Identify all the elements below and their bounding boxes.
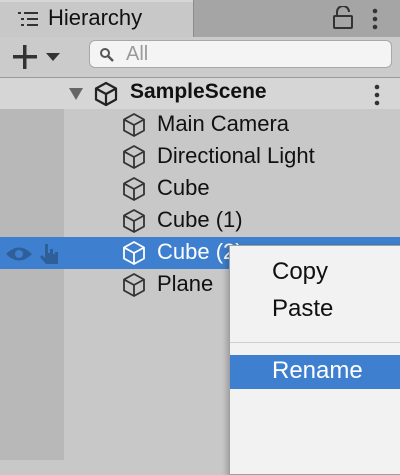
tree-item-cube-1[interactable]: Cube (1) [0, 205, 400, 237]
gameobject-cube-icon [123, 273, 145, 297]
gameobject-cube-icon [123, 241, 145, 265]
pickable-hand-icon[interactable] [37, 242, 61, 266]
scene-more-icon[interactable] [373, 84, 381, 106]
tree-item-directional-light[interactable]: Directional Light [0, 141, 400, 173]
gameobject-cube-icon [123, 209, 145, 233]
context-menu: Copy Paste Rename [229, 245, 400, 475]
search-icon [100, 48, 114, 62]
add-button[interactable] [12, 43, 66, 71]
tab-title: Hierarchy [48, 5, 143, 30]
tree-item-cube[interactable]: Cube [0, 173, 400, 205]
tree-item-main-camera[interactable]: Main Camera [0, 109, 400, 141]
menu-divider [230, 342, 400, 343]
toolbar: All [0, 37, 400, 78]
tree-item-label: Cube [157, 175, 210, 200]
tree-item-label: Plane [157, 271, 214, 296]
search-field[interactable]: All [89, 40, 392, 68]
menu-item-paste[interactable]: Paste [230, 293, 400, 327]
more-options-icon[interactable] [371, 8, 379, 30]
unity-logo-icon [94, 81, 118, 107]
scene-name: SampleScene [130, 80, 267, 103]
search-placeholder: All [126, 43, 149, 65]
gameobject-cube-icon [123, 145, 145, 169]
tree-item-label: Main Camera [157, 111, 290, 136]
expand-triangle-icon[interactable] [69, 88, 83, 100]
menu-item-rename[interactable]: Rename [230, 355, 400, 389]
menu-item-label: Paste [272, 295, 334, 322]
plus-icon [13, 45, 60, 69]
tab-bar: Hierarchy [0, 0, 400, 37]
visibility-eye-icon[interactable] [5, 245, 33, 263]
gameobject-cube-icon [123, 177, 145, 201]
menu-item-copy[interactable]: Copy [230, 256, 400, 290]
scene-header[interactable]: SampleScene [0, 78, 400, 109]
tab-hierarchy[interactable]: Hierarchy [0, 0, 194, 37]
hierarchy-list-icon [18, 12, 38, 26]
lock-icon[interactable] [332, 6, 354, 30]
tree-item-label: Directional Light [157, 143, 315, 168]
gameobject-cube-icon [123, 113, 145, 137]
tree-item-label: Cube (1) [157, 207, 243, 232]
menu-item-label: Rename [272, 357, 363, 384]
menu-item-label: Copy [272, 258, 329, 285]
